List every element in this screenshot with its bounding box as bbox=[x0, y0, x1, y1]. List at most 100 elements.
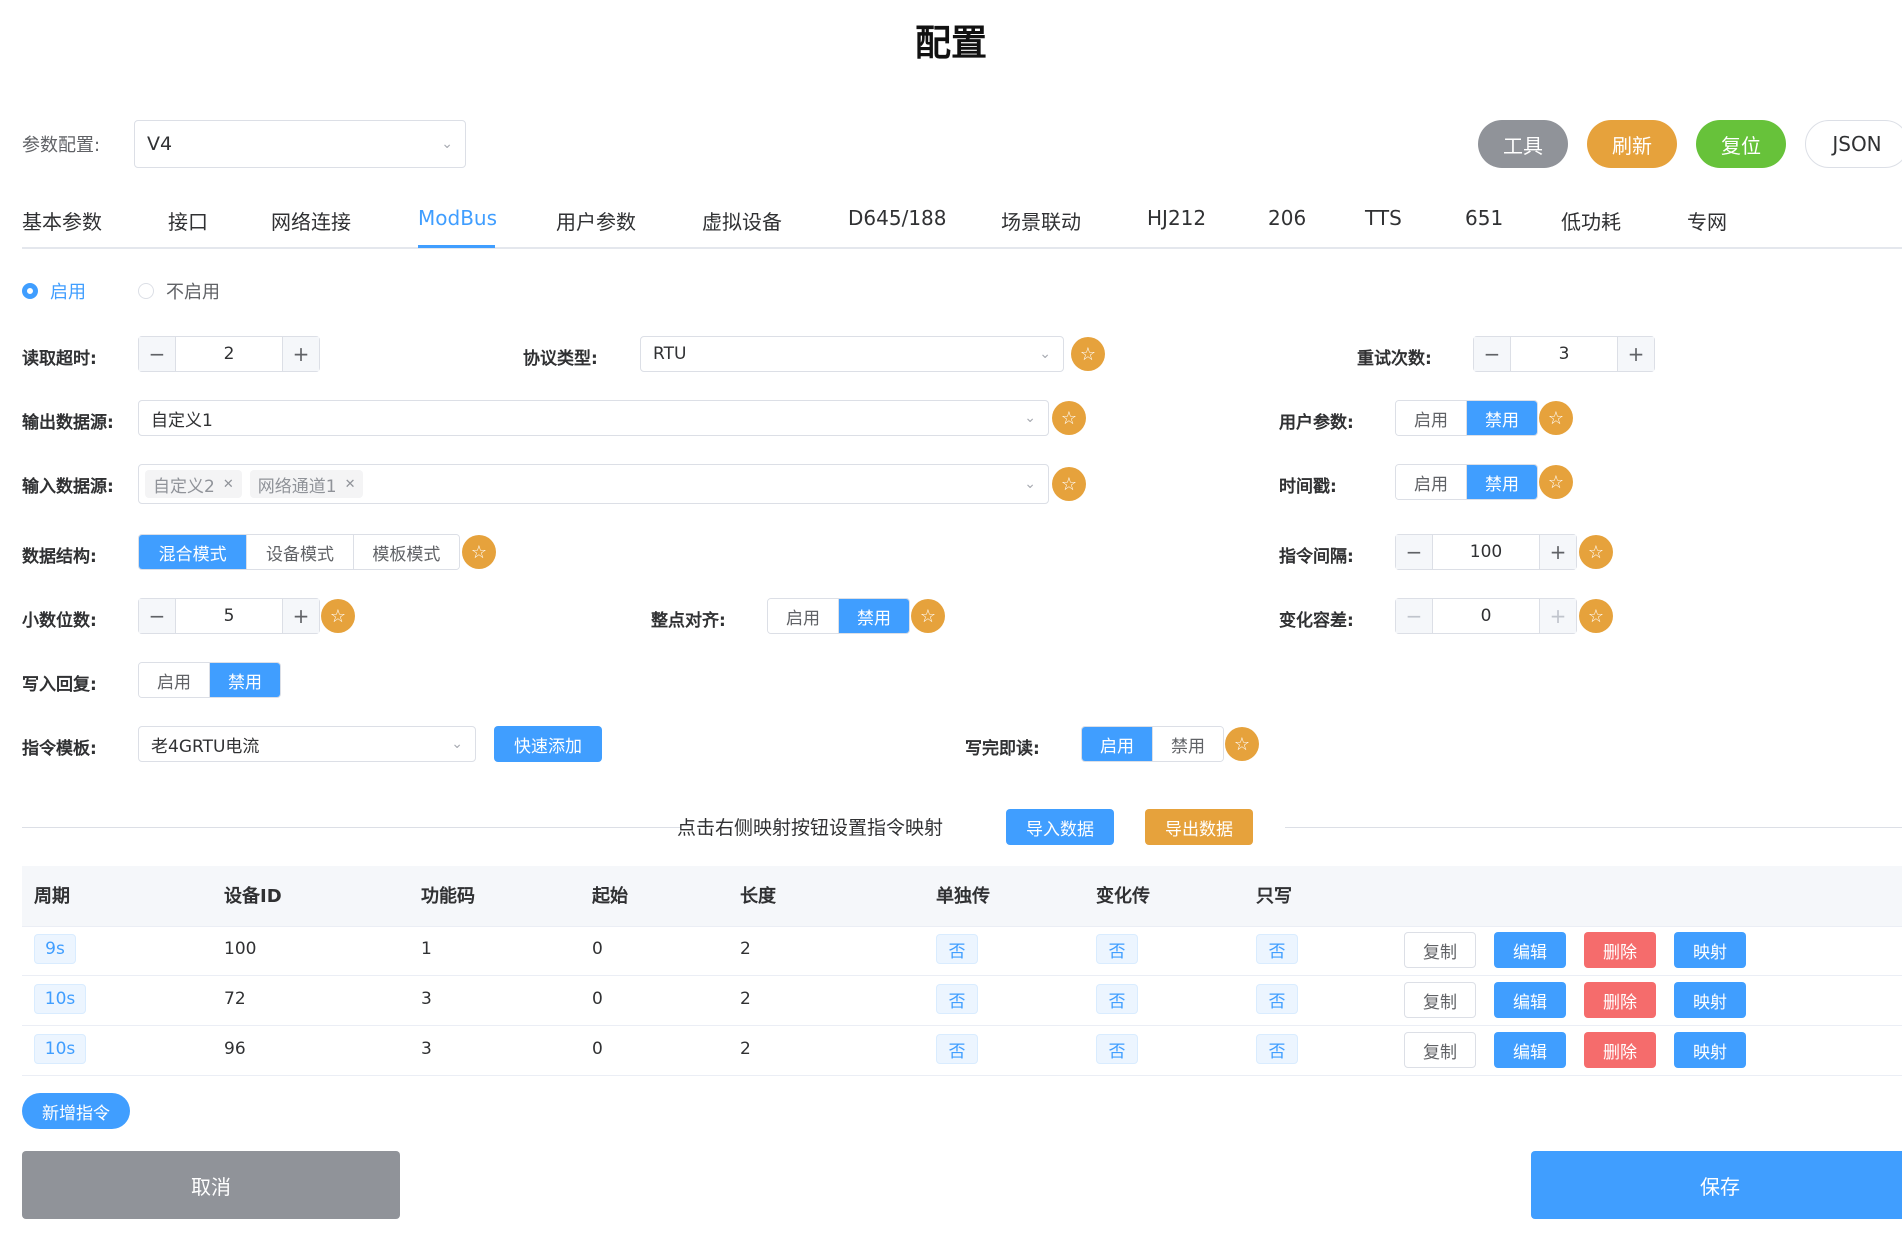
star-icon[interactable]: ☆ bbox=[1579, 599, 1613, 633]
edit-button[interactable]: 编辑 bbox=[1494, 932, 1566, 968]
tab-network[interactable]: 网络连接 bbox=[271, 206, 351, 235]
copy-button[interactable]: 复制 bbox=[1404, 932, 1476, 968]
export-data-button[interactable]: 导出数据 bbox=[1145, 809, 1253, 845]
star-icon[interactable]: ☆ bbox=[1071, 337, 1105, 371]
input-tag[interactable]: 自定义2 ✕ bbox=[145, 470, 242, 498]
reset-button[interactable]: 复位 bbox=[1696, 120, 1786, 168]
align-off[interactable]: 禁用 bbox=[838, 599, 909, 633]
user-params-toggle[interactable]: 启用 禁用 bbox=[1395, 400, 1538, 436]
tab-low-power[interactable]: 低功耗 bbox=[1561, 206, 1621, 235]
delete-button[interactable]: 删除 bbox=[1584, 932, 1656, 968]
plus-icon[interactable]: + bbox=[1617, 337, 1654, 371]
align-on[interactable]: 启用 bbox=[768, 599, 838, 633]
tab-651[interactable]: 651 bbox=[1465, 206, 1503, 230]
tab-d645[interactable]: D645/188 bbox=[848, 206, 947, 230]
delete-button[interactable]: 删除 bbox=[1584, 982, 1656, 1018]
close-icon[interactable]: ✕ bbox=[223, 477, 234, 492]
read-timeout-stepper[interactable]: − 2 + bbox=[138, 336, 320, 372]
decimals-value[interactable]: 5 bbox=[176, 599, 282, 633]
write-reply-on[interactable]: 启用 bbox=[139, 663, 209, 697]
copy-button[interactable]: 复制 bbox=[1404, 982, 1476, 1018]
change-tol-stepper[interactable]: − 0 + bbox=[1395, 598, 1577, 634]
star-icon[interactable]: ☆ bbox=[1052, 467, 1086, 501]
star-icon[interactable]: ☆ bbox=[321, 599, 355, 633]
cmd-interval-value[interactable]: 100 bbox=[1433, 535, 1539, 569]
edit-button[interactable]: 编辑 bbox=[1494, 982, 1566, 1018]
close-icon[interactable]: ✕ bbox=[345, 477, 356, 492]
output-source-select[interactable]: 自定义1 ⌄ bbox=[138, 400, 1049, 436]
user-params-off[interactable]: 禁用 bbox=[1466, 401, 1537, 435]
tab-tts[interactable]: TTS bbox=[1365, 206, 1402, 230]
timestamp-off[interactable]: 禁用 bbox=[1466, 465, 1537, 499]
cancel-button[interactable]: 取消 bbox=[22, 1151, 400, 1219]
cmd-interval-label: 指令间隔: bbox=[1279, 547, 1354, 567]
copy-button[interactable]: 复制 bbox=[1404, 1032, 1476, 1068]
quick-add-button[interactable]: 快速添加 bbox=[494, 726, 602, 762]
input-tag[interactable]: 网络通道1 ✕ bbox=[249, 470, 364, 498]
decimals-stepper[interactable]: − 5 + bbox=[138, 598, 320, 634]
tab-hj212[interactable]: HJ212 bbox=[1147, 206, 1206, 230]
plus-icon[interactable]: + bbox=[282, 599, 319, 633]
read-after-write-on[interactable]: 启用 bbox=[1082, 727, 1152, 761]
change-tol-value[interactable]: 0 bbox=[1433, 599, 1539, 633]
tab-206[interactable]: 206 bbox=[1268, 206, 1306, 230]
star-icon[interactable]: ☆ bbox=[1539, 401, 1573, 435]
align-toggle[interactable]: 启用 禁用 bbox=[767, 598, 910, 634]
tools-button[interactable]: 工具 bbox=[1478, 120, 1568, 168]
star-icon[interactable]: ☆ bbox=[1225, 727, 1259, 761]
radio-enable[interactable]: 启用 bbox=[22, 278, 86, 304]
timestamp-on[interactable]: 启用 bbox=[1396, 465, 1466, 499]
star-icon[interactable]: ☆ bbox=[911, 599, 945, 633]
json-button[interactable]: JSON bbox=[1805, 120, 1902, 168]
map-button[interactable]: 映射 bbox=[1674, 982, 1746, 1018]
input-source-select[interactable]: 自定义2 ✕ 网络通道1 ✕ ⌄ bbox=[138, 464, 1049, 504]
th-length: 长度 bbox=[740, 886, 776, 907]
minus-icon[interactable]: − bbox=[1474, 337, 1511, 371]
star-icon[interactable]: ☆ bbox=[1052, 401, 1086, 435]
user-params-on[interactable]: 启用 bbox=[1396, 401, 1466, 435]
radio-disable[interactable]: 不启用 bbox=[138, 278, 220, 304]
cmd-template-select[interactable]: 老4GRTU电流 ⌄ bbox=[138, 726, 476, 762]
write-reply-toggle[interactable]: 启用 禁用 bbox=[138, 662, 281, 698]
cmd-interval-stepper[interactable]: − 100 + bbox=[1395, 534, 1577, 570]
import-data-button[interactable]: 导入数据 bbox=[1006, 809, 1114, 845]
add-command-button[interactable]: 新增指令 bbox=[22, 1093, 130, 1129]
minus-icon[interactable]: − bbox=[139, 337, 176, 371]
map-button[interactable]: 映射 bbox=[1674, 932, 1746, 968]
timestamp-toggle[interactable]: 启用 禁用 bbox=[1395, 464, 1538, 500]
tab-interface[interactable]: 接口 bbox=[168, 206, 208, 235]
mode-mixed[interactable]: 混合模式 bbox=[139, 535, 247, 569]
delete-button[interactable]: 删除 bbox=[1584, 1032, 1656, 1068]
tab-virtual-device[interactable]: 虚拟设备 bbox=[702, 206, 782, 235]
minus-icon[interactable]: − bbox=[1396, 535, 1433, 569]
protocol-select[interactable]: RTU ⌄ bbox=[640, 336, 1064, 372]
read-timeout-value[interactable]: 2 bbox=[176, 337, 282, 371]
read-after-write-toggle[interactable]: 启用 禁用 bbox=[1081, 726, 1224, 762]
star-icon[interactable]: ☆ bbox=[1579, 535, 1613, 569]
mode-device[interactable]: 设备模式 bbox=[246, 535, 353, 569]
minus-icon[interactable]: − bbox=[139, 599, 176, 633]
data-structure-toggle[interactable]: 混合模式 设备模式 模板模式 bbox=[138, 534, 460, 570]
save-button[interactable]: 保存 bbox=[1531, 1151, 1902, 1219]
plus-icon[interactable]: + bbox=[1539, 599, 1576, 633]
refresh-button[interactable]: 刷新 bbox=[1587, 120, 1677, 168]
edit-button[interactable]: 编辑 bbox=[1494, 1032, 1566, 1068]
tab-user-params[interactable]: 用户参数 bbox=[556, 206, 636, 235]
retry-value[interactable]: 3 bbox=[1511, 337, 1617, 371]
tab-active-indicator bbox=[418, 245, 495, 248]
tab-scene[interactable]: 场景联动 bbox=[1001, 206, 1081, 235]
tab-private-net[interactable]: 专网 bbox=[1687, 206, 1727, 235]
retry-stepper[interactable]: − 3 + bbox=[1473, 336, 1655, 372]
map-button[interactable]: 映射 bbox=[1674, 1032, 1746, 1068]
plus-icon[interactable]: + bbox=[1539, 535, 1576, 569]
tab-basic[interactable]: 基本参数 bbox=[22, 206, 102, 235]
read-after-write-off[interactable]: 禁用 bbox=[1152, 727, 1223, 761]
plus-icon[interactable]: + bbox=[282, 337, 319, 371]
tab-modbus[interactable]: ModBus bbox=[418, 206, 497, 230]
star-icon[interactable]: ☆ bbox=[1539, 465, 1573, 499]
write-reply-off[interactable]: 禁用 bbox=[209, 663, 280, 697]
config-select[interactable]: V4 ⌄ bbox=[134, 120, 466, 168]
star-icon[interactable]: ☆ bbox=[462, 535, 496, 569]
minus-icon[interactable]: − bbox=[1396, 599, 1433, 633]
mode-template[interactable]: 模板模式 bbox=[352, 535, 459, 569]
